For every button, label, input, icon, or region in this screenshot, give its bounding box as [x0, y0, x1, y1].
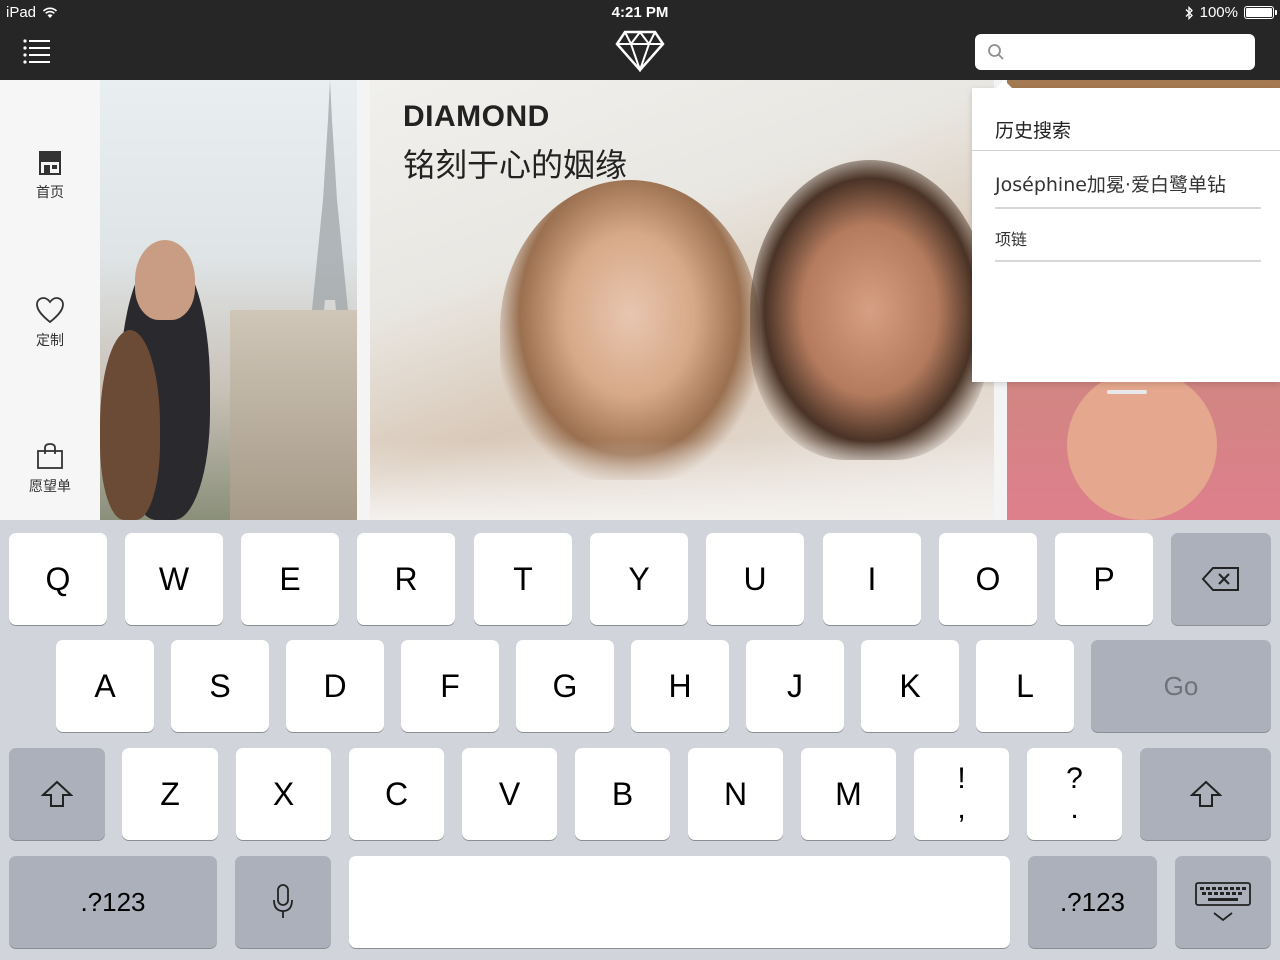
bed-sheet-graphic	[370, 440, 994, 520]
hero-subtitle: 铭刻于心的姻缘	[403, 146, 628, 184]
hero-photo-diamond[interactable]: DIAMOND 铭刻于心的姻缘	[370, 80, 994, 520]
key-bottom-char: ,	[957, 792, 966, 825]
key-a[interactable]: A	[56, 640, 154, 732]
key-e[interactable]: E	[241, 533, 339, 625]
key-j[interactable]: J	[746, 640, 844, 732]
search-history-item[interactable]: Joséphine加冕·爱白鹭单钻	[995, 170, 1261, 209]
key-l[interactable]: L	[976, 640, 1074, 732]
key-v[interactable]: V	[462, 748, 557, 840]
go-key[interactable]: Go	[1091, 640, 1271, 732]
shift-key-right[interactable]	[1140, 748, 1271, 840]
shift-icon	[1189, 780, 1222, 807]
sidebar-item-wishlist[interactable]: 愿望单	[0, 442, 100, 496]
space-key[interactable]	[349, 856, 1010, 948]
numbers-key-right[interactable]: .?123	[1028, 856, 1157, 948]
sidebar-item-label: 愿望单	[29, 478, 71, 494]
search-history-heading: 历史搜索	[995, 120, 1072, 142]
shopping-bag-icon	[37, 443, 63, 469]
key-b[interactable]: B	[575, 748, 670, 840]
key-m[interactable]: M	[801, 748, 896, 840]
dictation-key[interactable]	[235, 856, 331, 948]
sidebar-item-custom[interactable]: 定制	[0, 296, 100, 350]
key-u[interactable]: U	[706, 533, 804, 625]
backspace-icon	[1201, 567, 1239, 591]
search-history-item[interactable]: 项链	[995, 226, 1261, 262]
key-n[interactable]: N	[688, 748, 783, 840]
battery-fill	[1246, 8, 1272, 17]
hero-photo-paris-couple[interactable]	[100, 80, 357, 520]
hide-keyboard-key[interactable]	[1175, 856, 1271, 948]
key-z[interactable]: Z	[122, 748, 218, 840]
key-w[interactable]: W	[125, 533, 223, 625]
woman-figure	[100, 330, 160, 520]
key-r[interactable]: R	[357, 533, 455, 625]
key-i[interactable]: I	[823, 533, 921, 625]
dropdown-caret	[996, 80, 1012, 88]
heart-icon	[36, 297, 64, 324]
key-x[interactable]: X	[236, 748, 331, 840]
backspace-key[interactable]	[1171, 533, 1271, 625]
building-graphic	[230, 310, 357, 520]
search-box[interactable]	[975, 34, 1255, 70]
battery-percent: 100%	[1199, 4, 1238, 21]
panel-gap	[357, 80, 370, 520]
shift-icon	[41, 780, 73, 807]
key-p[interactable]: P	[1055, 533, 1153, 625]
key-d[interactable]: D	[286, 640, 384, 732]
sidebar-item-label: 定制	[36, 332, 64, 348]
list-menu-icon[interactable]	[22, 38, 52, 64]
key-o[interactable]: O	[939, 533, 1037, 625]
key-c[interactable]: C	[349, 748, 444, 840]
woman-figure	[500, 180, 760, 480]
man-face	[135, 240, 195, 320]
search-history-dropdown: 历史搜索 Joséphine加冕·爱白鹭单钻 项链	[972, 80, 1280, 382]
shift-key-left[interactable]	[9, 748, 105, 840]
microphone-icon	[273, 884, 293, 918]
numbers-key-left[interactable]: .?123	[9, 856, 217, 948]
key-s[interactable]: S	[171, 640, 269, 732]
key-k[interactable]: K	[861, 640, 959, 732]
search-icon	[988, 44, 1004, 60]
key-top-char: !	[957, 762, 966, 795]
key-y[interactable]: Y	[590, 533, 688, 625]
key-top-char: ?	[1066, 762, 1083, 795]
sidebar-item-label: 首页	[36, 184, 64, 200]
top-bar: iPad 4:21 PM 100%	[0, 0, 1280, 80]
bracelet-graphic	[1107, 390, 1147, 394]
search-input[interactable]	[1013, 43, 1243, 61]
key-question-period[interactable]: ? .	[1027, 748, 1122, 840]
bluetooth-icon	[1185, 5, 1193, 20]
sidebar: 首页 定制 愿望单	[0, 80, 100, 520]
key-f[interactable]: F	[401, 640, 499, 732]
key-exclamation-comma[interactable]: ! ,	[914, 748, 1009, 840]
key-g[interactable]: G	[516, 640, 614, 732]
store-icon	[39, 151, 61, 175]
divider	[972, 150, 1280, 151]
diamond-icon[interactable]	[615, 30, 665, 72]
sidebar-item-home[interactable]: 首页	[0, 148, 100, 202]
key-q[interactable]: Q	[9, 533, 107, 625]
man-figure	[750, 160, 990, 460]
key-h[interactable]: H	[631, 640, 729, 732]
key-bottom-char: .	[1070, 792, 1079, 825]
key-t[interactable]: T	[474, 533, 572, 625]
status-bar: iPad 4:21 PM 100%	[0, 0, 1280, 26]
keyboard-hide-icon	[1195, 882, 1251, 922]
status-time: 4:21 PM	[611, 4, 669, 21]
onscreen-keyboard: Q W E R T Y U I O P A S D F G H J K L Go…	[0, 520, 1280, 960]
hero-title: DIAMOND	[403, 100, 550, 133]
battery-icon	[1244, 6, 1277, 19]
